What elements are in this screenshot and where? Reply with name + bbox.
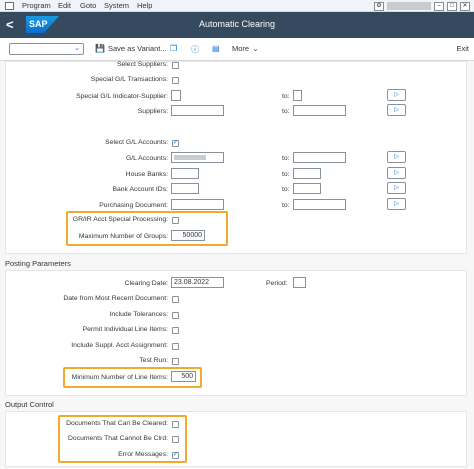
error-messages-label: Error Messages:	[118, 451, 168, 458]
save-as-variant-button[interactable]: 💾 Save as Variant...	[95, 44, 167, 53]
bank-account-ids-label: Bank Account IDs:	[112, 186, 168, 193]
special-gl-transactions-checkbox[interactable]	[172, 77, 179, 84]
more-label: More	[232, 44, 250, 53]
exit-button[interactable]: Exit	[456, 44, 469, 53]
min-line-items-label: Minimum Number of Line Items:	[71, 374, 168, 381]
multiple-selection-button[interactable]: ▷	[387, 182, 406, 194]
chevron-down-icon: ⌄	[74, 45, 80, 52]
docs-can-be-cleared-checkbox[interactable]	[172, 421, 179, 428]
period-label: Period:	[266, 280, 288, 287]
select-gl-accounts-label: Select G/L Accounts:	[105, 139, 168, 146]
list-button[interactable]: ▤	[212, 44, 220, 53]
to-label: to:	[282, 155, 290, 162]
include-suppl-checkbox[interactable]	[172, 343, 179, 350]
variant-select[interactable]: ⌄	[9, 43, 84, 55]
app-toolbar: ⌄ 💾 Save as Variant... ❐ ⓘ ▤ More ⌄ Exit	[0, 38, 474, 61]
more-button[interactable]: More ⌄	[232, 44, 259, 53]
max-groups-input[interactable]: 50000	[171, 230, 205, 241]
menu-help[interactable]: Help	[137, 1, 152, 10]
special-gl-transactions-label: Special G/L Transactions:	[90, 76, 168, 83]
window-controls: ⚙ – □ ✕	[374, 1, 470, 11]
copy-button[interactable]: ❐	[170, 44, 177, 53]
docs-can-be-cleared-label: Documents That Can Be Cleared:	[66, 420, 168, 427]
save-icon: 💾	[95, 44, 105, 53]
multiple-selection-button[interactable]: ▷	[387, 104, 406, 116]
permit-individual-checkbox[interactable]	[172, 327, 179, 334]
date-from-recent-label: Date from Most Recent Document:	[63, 295, 168, 302]
bank-account-ids-from-input[interactable]	[171, 183, 199, 194]
shell-header: < SAP Automatic Clearing	[0, 12, 474, 38]
date-from-recent-checkbox[interactable]	[172, 296, 179, 303]
special-gl-indicator-label: Special G/L Indicator-Supplier:	[76, 93, 168, 100]
bank-account-ids-to-input[interactable]	[293, 183, 321, 194]
list-icon: ▤	[212, 44, 220, 53]
include-tolerances-checkbox[interactable]	[172, 312, 179, 319]
max-groups-label: Maximum Number of Groups:	[78, 233, 168, 240]
docs-cannot-be-clrd-checkbox[interactable]	[172, 436, 179, 443]
menu-grid-icon[interactable]	[5, 2, 14, 10]
settings-icon[interactable]: ⚙	[374, 1, 384, 11]
include-suppl-label: Include Suppl. Acct Assignment:	[71, 342, 168, 349]
page-title: Automatic Clearing	[198, 19, 276, 29]
gl-accounts-label: G/L Accounts:	[125, 155, 168, 162]
min-line-items-input[interactable]: 500	[171, 371, 196, 382]
house-banks-from-input[interactable]	[171, 168, 199, 179]
menu-goto[interactable]: Goto	[80, 1, 96, 10]
clearing-date-label: Clearing Date:	[124, 280, 168, 287]
error-messages-checkbox[interactable]: ✓	[172, 452, 179, 459]
multiple-selection-button[interactable]: ▷	[387, 151, 406, 163]
clearing-date-input[interactable]: 23.08.2022	[171, 277, 224, 288]
output-control-heading: Output Control	[5, 400, 54, 409]
house-banks-to-input[interactable]	[293, 168, 321, 179]
to-label: to:	[282, 93, 290, 100]
to-label: to:	[282, 171, 290, 178]
info-button[interactable]: ⓘ	[191, 44, 199, 55]
test-run-checkbox[interactable]	[172, 358, 179, 365]
close-button[interactable]: ✕	[460, 1, 470, 11]
menu-system[interactable]: System	[104, 1, 129, 10]
suppliers-to-input[interactable]	[293, 105, 346, 116]
special-gl-indicator-to-input[interactable]	[293, 90, 302, 101]
to-label: to:	[282, 186, 290, 193]
window-title-placeholder	[387, 2, 431, 10]
chevron-down-icon: ⌄	[252, 44, 259, 53]
select-gl-accounts-checkbox[interactable]: ✓	[172, 140, 179, 147]
posting-parameters-heading: Posting Parameters	[5, 259, 71, 268]
select-suppliers-checkbox[interactable]	[172, 62, 179, 69]
purchasing-document-label: Purchasing Document:	[99, 202, 168, 209]
redacted-value	[174, 155, 206, 160]
maximize-button[interactable]: □	[447, 1, 457, 11]
gl-accounts-from-input[interactable]	[171, 152, 224, 163]
permit-individual-label: Permit Individual Line Items:	[82, 326, 168, 333]
period-input[interactable]	[293, 277, 306, 288]
house-banks-label: House Banks:	[125, 171, 168, 178]
minimize-button[interactable]: –	[434, 1, 444, 11]
menu-program[interactable]: Program	[22, 1, 51, 10]
multiple-selection-button[interactable]: ▷	[387, 198, 406, 210]
menu-edit[interactable]: Edit	[58, 1, 71, 10]
multiple-selection-button[interactable]: ▷	[387, 167, 406, 179]
to-label: to:	[282, 202, 290, 209]
purchasing-document-to-input[interactable]	[293, 199, 346, 210]
save-as-variant-label: Save as Variant...	[107, 44, 167, 53]
suppliers-from-input[interactable]	[171, 105, 224, 116]
grir-special-processing-label: GR/IR Acct Special Processing:	[72, 216, 168, 223]
multiple-selection-button[interactable]: ▷	[387, 89, 406, 101]
include-tolerances-label: Include Tolerances:	[109, 311, 168, 318]
grir-special-processing-checkbox[interactable]	[172, 217, 179, 224]
test-run-label: Test Run:	[139, 357, 168, 364]
docs-cannot-be-clrd-label: Documents That Cannot Be Clrd:	[68, 435, 168, 442]
select-suppliers-label: Select Suppliers:	[116, 61, 168, 68]
suppliers-label: Suppliers:	[137, 108, 168, 115]
special-gl-indicator-input[interactable]	[171, 90, 181, 101]
info-icon: ⓘ	[191, 45, 199, 54]
menu-bar: Program Edit Goto System Help ⚙ – □ ✕	[0, 0, 474, 12]
purchasing-document-from-input[interactable]	[171, 199, 224, 210]
to-label: to:	[282, 108, 290, 115]
copy-icon: ❐	[170, 44, 178, 53]
gl-accounts-to-input[interactable]	[293, 152, 346, 163]
